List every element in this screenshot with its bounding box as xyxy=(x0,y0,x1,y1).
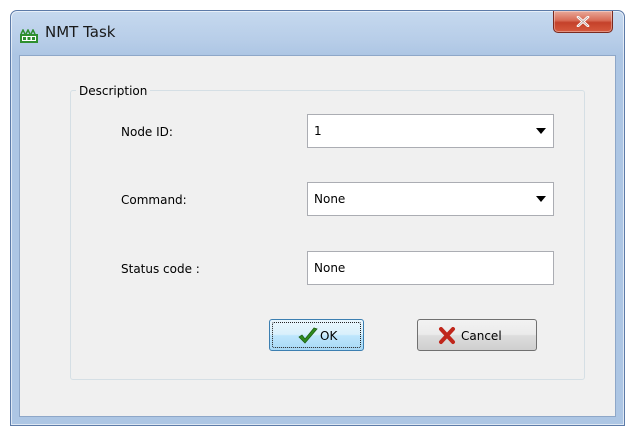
node-id-value: 1 xyxy=(314,124,322,138)
close-icon xyxy=(576,16,590,27)
chevron-down-icon[interactable] xyxy=(536,128,546,134)
close-button[interactable] xyxy=(553,11,613,33)
chevron-down-icon[interactable] xyxy=(536,196,546,202)
red-x-icon xyxy=(439,327,455,344)
node-id-label: Node ID: xyxy=(121,125,173,139)
node-id-combobox[interactable]: 1 xyxy=(307,114,554,148)
status-code-value: None xyxy=(314,261,346,275)
description-groupbox: Description Node ID: 1 Command: None Sta… xyxy=(70,83,585,380)
status-code-field[interactable]: None xyxy=(307,251,554,285)
description-legend: Description xyxy=(76,83,151,99)
cancel-button[interactable]: Cancel xyxy=(417,319,537,351)
title-bar[interactable]: NMT Task xyxy=(11,11,624,55)
cancel-button-label: Cancel xyxy=(461,329,502,343)
status-code-label: Status code : xyxy=(121,262,200,276)
nmt-task-dialog: NMT Task Description Node ID: 1 Command:… xyxy=(10,10,625,426)
dialog-body: Description Node ID: 1 Command: None Sta… xyxy=(19,55,616,417)
command-combobox[interactable]: None xyxy=(307,182,554,216)
checkmark-icon xyxy=(298,327,318,344)
command-label: Command: xyxy=(121,193,187,207)
ok-button[interactable]: OK xyxy=(269,319,364,351)
window-title: NMT Task xyxy=(45,23,116,41)
can-logo-icon xyxy=(20,29,38,43)
command-value: None xyxy=(314,192,346,206)
ok-button-label: OK xyxy=(320,329,338,343)
